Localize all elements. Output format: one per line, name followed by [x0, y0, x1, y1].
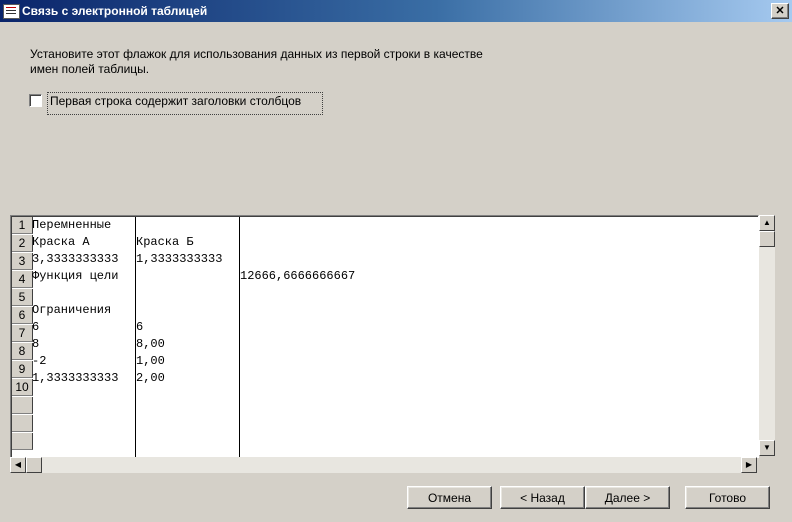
- row-number-column: 1 2 3 4 5 6 7 8 9 10: [12, 217, 33, 451]
- row-number[interactable]: 1: [12, 217, 33, 234]
- grid-cell[interactable]: 1,3333333333: [32, 370, 118, 387]
- cancel-button[interactable]: Отмена: [407, 486, 492, 509]
- scroll-down-icon[interactable]: ▼: [759, 440, 775, 456]
- grid-cell[interactable]: 12666,6666666667: [240, 268, 355, 285]
- row-number[interactable]: 9: [12, 361, 33, 378]
- row-number[interactable]: 3: [12, 253, 33, 270]
- instruction-text: Установите этот флажок для использования…: [30, 47, 483, 76]
- scroll-left-icon[interactable]: ◀: [10, 457, 26, 473]
- finish-button[interactable]: Готово: [685, 486, 770, 509]
- row-number[interactable]: 6: [12, 307, 33, 324]
- row-number[interactable]: [12, 433, 33, 450]
- table-icon: [3, 4, 20, 19]
- header-checkbox[interactable]: [29, 94, 42, 107]
- row-number[interactable]: [12, 397, 33, 414]
- horizontal-scrollbar[interactable]: ◀ ▶: [10, 457, 757, 473]
- horizontal-scroll-thumb[interactable]: [26, 457, 42, 473]
- grid-cell[interactable]: Перемненные: [32, 217, 111, 234]
- grid-cell[interactable]: 8,00: [136, 336, 165, 353]
- grid-cell[interactable]: 2,00: [136, 370, 165, 387]
- close-button[interactable]: ✕: [771, 3, 789, 19]
- grid-cell[interactable]: 6: [32, 319, 39, 336]
- vertical-scrollbar[interactable]: ▲ ▼: [759, 215, 775, 456]
- grid-cell[interactable]: Функция цели: [32, 268, 118, 285]
- header-checkbox-label[interactable]: Первая строка содержит заголовки столбцо…: [47, 92, 323, 115]
- grid-cell[interactable]: 3,3333333333: [32, 251, 118, 268]
- scrollbar-corner: [759, 457, 775, 473]
- title-bar: Связь с электронной таблицей ✕: [0, 0, 792, 22]
- grid-cell[interactable]: 1,3333333333: [136, 251, 222, 268]
- scroll-up-icon[interactable]: ▲: [759, 215, 775, 231]
- grid-cell[interactable]: Краска А: [32, 234, 90, 251]
- grid-cell[interactable]: Ограничения: [32, 302, 111, 319]
- grid-cell[interactable]: 1,00: [136, 353, 165, 370]
- row-number[interactable]: 4: [12, 271, 33, 288]
- vertical-scroll-thumb[interactable]: [759, 231, 775, 247]
- row-number[interactable]: 7: [12, 325, 33, 342]
- grid-cell[interactable]: 8: [32, 336, 39, 353]
- next-button[interactable]: Далее >: [585, 486, 670, 509]
- grid-cell[interactable]: 6: [136, 319, 143, 336]
- import-spreadsheet-wizard: Связь с электронной таблицей ✕ Установит…: [0, 0, 792, 522]
- row-number[interactable]: 5: [12, 289, 33, 306]
- window-title: Связь с электронной таблицей: [22, 4, 208, 18]
- scroll-right-icon[interactable]: ▶: [741, 457, 757, 473]
- column-divider[interactable]: [239, 217, 240, 457]
- back-button[interactable]: < Назад: [500, 486, 585, 509]
- row-number[interactable]: 10: [12, 379, 33, 396]
- row-number[interactable]: 2: [12, 235, 33, 252]
- data-preview-grid[interactable]: 1 2 3 4 5 6 7 8 9 10 Перемненные Краска А Краска Б3…: [10, 215, 759, 458]
- row-number[interactable]: 8: [12, 343, 33, 360]
- grid-cell[interactable]: Краска Б: [136, 234, 194, 251]
- row-number[interactable]: [12, 415, 33, 432]
- grid-cell[interactable]: -2: [32, 353, 46, 370]
